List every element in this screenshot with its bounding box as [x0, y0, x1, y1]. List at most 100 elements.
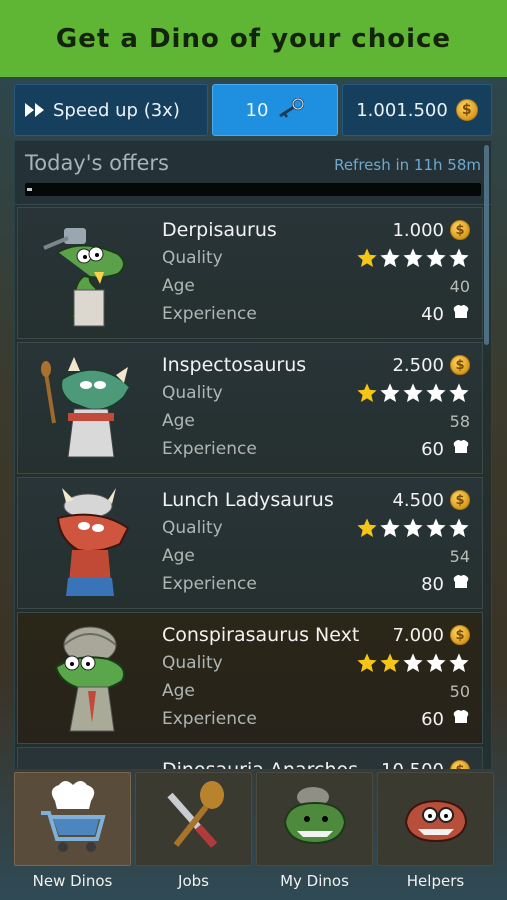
age-label: Age [162, 276, 195, 296]
nav-label: New Dinos [32, 872, 113, 890]
star-icon [403, 383, 423, 402]
age-value: 54 [449, 546, 470, 566]
age-value: 40 [449, 276, 470, 296]
dino-price[interactable]: 10.500 $ [381, 759, 470, 770]
dino-price[interactable]: 7.000 $ [392, 625, 470, 646]
age-label: Age [162, 411, 195, 431]
experience-label: Experience [162, 439, 257, 459]
chef-hat-icon [452, 574, 470, 595]
chef-hat-icon [452, 709, 470, 730]
star-icon [449, 518, 469, 537]
dino-name: Derpisaurus [162, 219, 277, 241]
refresh-timer: Refresh in 11h 58m [334, 156, 481, 174]
inspectosaurus-image [38, 353, 138, 465]
age-label: Age [162, 681, 195, 701]
star-icon [426, 518, 446, 537]
offer-card[interactable]: Lunch Ladysaurus 4.500 $ Quality Age 54 E… [17, 477, 483, 609]
offers-panel[interactable]: Today's offers Refresh in 11h 58m Derpis… [14, 140, 492, 770]
star-icon [449, 248, 469, 267]
chef-hat-icon [452, 439, 470, 460]
nav-new-dinos[interactable]: New Dinos [14, 772, 131, 900]
offers-header: Today's offers Refresh in 11h 58m [15, 141, 491, 205]
knife-spoon-icon [156, 779, 232, 859]
coin-icon: $ [450, 355, 470, 375]
nav-tile [256, 772, 373, 866]
dino-price[interactable]: 1.000 $ [392, 220, 470, 241]
header-banner: Get a Dino of your choice [0, 0, 507, 77]
banner-title: Get a Dino of your choice [55, 23, 452, 54]
star-icon [426, 653, 446, 672]
star-icon [449, 653, 469, 672]
coin-icon: $ [450, 490, 470, 510]
coins-amount: 1.001.500 [356, 99, 448, 121]
star-icon [426, 383, 446, 402]
coin-icon: $ [450, 220, 470, 240]
key-icon [276, 97, 305, 123]
nav-my-dinos[interactable]: My Dinos [256, 772, 373, 900]
offers-title: Today's offers [25, 151, 169, 175]
star-icon [403, 518, 423, 537]
quality-label: Quality [162, 383, 223, 403]
nav-label: Helpers [406, 872, 465, 890]
dino-name: Dinosauria Anarchos [162, 759, 359, 770]
star-icon [403, 653, 423, 672]
top-bar: Speed up (3x) 10 1.001.500 $ [14, 84, 494, 136]
star-icon [357, 653, 377, 672]
quality-stars [356, 517, 470, 539]
nav-helpers[interactable]: Helpers [377, 772, 494, 900]
dino-name: Inspectosaurus [162, 354, 307, 376]
speed-up-button[interactable]: Speed up (3x) [14, 84, 208, 136]
fast-forward-icon [25, 103, 45, 117]
experience-value: 40 [421, 304, 470, 325]
price-value: 2.500 [392, 354, 444, 376]
refresh-progress-bar [25, 183, 481, 196]
star-icon [380, 653, 400, 672]
nav-tile [14, 772, 131, 866]
dino-name: Lunch Ladysaurus [162, 489, 334, 511]
experience-value: 80 [421, 574, 470, 595]
quality-label: Quality [162, 248, 223, 268]
nav-tile [135, 772, 252, 866]
nav-label: Jobs [178, 872, 209, 890]
star-icon [380, 518, 400, 537]
experience-label: Experience [162, 304, 257, 324]
offer-card[interactable]: Conspirasaurus Next 7.000 $ Quality Age 5… [17, 612, 483, 744]
nav-label: My Dinos [280, 872, 349, 890]
offer-card[interactable]: Derpisaurus 1.000 $ Quality Age 40 Experi… [17, 207, 483, 339]
helper-dino-icon [398, 779, 474, 859]
coins-button[interactable]: 1.001.500 $ [342, 84, 492, 136]
experience-number: 80 [421, 573, 444, 595]
experience-label: Experience [162, 574, 257, 594]
shopping-cart-chef-hat-icon [35, 779, 111, 859]
nav-tile [377, 772, 494, 866]
experience-number: 60 [421, 708, 444, 730]
speed-up-label: Speed up (3x) [53, 99, 180, 121]
conspirasaurus-image [38, 623, 138, 735]
refresh-progress-fill [27, 188, 32, 191]
chef-hat-icon [452, 304, 470, 325]
scrollbar[interactable] [484, 145, 489, 345]
quality-stars [356, 247, 470, 269]
dino-head-icon [277, 779, 353, 859]
star-icon [403, 248, 423, 267]
experience-number: 60 [421, 438, 444, 460]
dino-price[interactable]: 2.500 $ [392, 355, 470, 376]
star-icon [380, 383, 400, 402]
keys-button[interactable]: 10 [212, 84, 338, 136]
star-icon [357, 248, 377, 267]
experience-value: 60 [421, 709, 470, 730]
offer-card[interactable]: Dinosauria Anarchos 10.500 $ [17, 747, 483, 770]
price-value: 4.500 [392, 489, 444, 511]
star-icon [357, 383, 377, 402]
bottom-nav: New Dinos Jobs My Dinos Helpers [14, 772, 494, 900]
keys-count: 10 [245, 99, 269, 121]
price-value: 1.000 [392, 219, 444, 241]
age-label: Age [162, 546, 195, 566]
dino-name: Conspirasaurus Next [162, 624, 360, 646]
nav-jobs[interactable]: Jobs [135, 772, 252, 900]
price-value: 10.500 [381, 759, 444, 770]
offer-card[interactable]: Inspectosaurus 2.500 $ Quality Age 58 Exp… [17, 342, 483, 474]
derpisaurus-image [38, 218, 138, 330]
dino-price[interactable]: 4.500 $ [392, 490, 470, 511]
star-icon [380, 248, 400, 267]
